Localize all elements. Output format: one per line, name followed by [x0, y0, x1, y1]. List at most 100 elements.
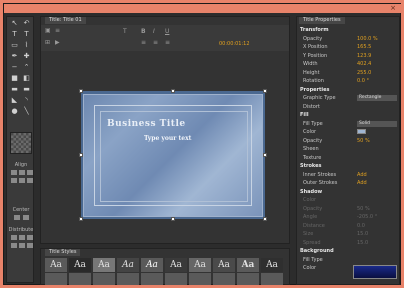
- property-value[interactable]: 100.0 %: [357, 35, 378, 43]
- style-sample-row2[interactable]: [213, 273, 235, 285]
- property-row[interactable]: Properties: [297, 86, 399, 94]
- distribute-4-icon[interactable]: [11, 243, 17, 248]
- property-value[interactable]: Add: [357, 171, 367, 179]
- bold-button[interactable]: B: [141, 28, 146, 35]
- font-label[interactable]: T: [123, 28, 127, 35]
- resize-handle-l[interactable]: [79, 153, 83, 157]
- resize-handle-tr[interactable]: [263, 89, 267, 93]
- align-bottom-icon[interactable]: [27, 178, 33, 183]
- property-value[interactable]: Add: [357, 179, 367, 187]
- style-sample-row2[interactable]: [165, 273, 187, 285]
- italic-button[interactable]: I: [153, 28, 155, 35]
- style-sample-row2[interactable]: [141, 273, 163, 285]
- align-text-left-icon[interactable]: ≡: [141, 39, 146, 46]
- style-sample-row2[interactable]: [189, 273, 211, 285]
- align-center-icon[interactable]: [19, 170, 25, 175]
- property-row[interactable]: Background: [297, 247, 399, 255]
- new-title-icon[interactable]: ▣: [45, 27, 51, 34]
- convert-anchor-icon[interactable]: ⌃: [22, 63, 31, 72]
- style-sample[interactable]: Aa: [165, 258, 187, 272]
- property-row[interactable]: Transform: [297, 26, 399, 34]
- title-canvas[interactable]: Business Title Type your text: [79, 89, 267, 221]
- align-text-right-icon[interactable]: ≡: [165, 39, 170, 46]
- distribute-6-icon[interactable]: [27, 243, 33, 248]
- distribute-2-icon[interactable]: [19, 235, 25, 240]
- business-title-text[interactable]: Business Title: [107, 119, 186, 129]
- rounded-corner-rect-icon[interactable]: ▬: [22, 85, 31, 94]
- style-sample-row2[interactable]: [93, 273, 115, 285]
- pen-tool-icon[interactable]: ✒: [10, 52, 19, 61]
- property-dropdown[interactable]: Solid: [357, 120, 397, 127]
- align-right-icon[interactable]: [27, 170, 33, 175]
- style-sample[interactable]: Aa: [69, 258, 91, 272]
- property-value[interactable]: 50 %: [357, 137, 370, 145]
- distribute-3-icon[interactable]: [27, 235, 33, 240]
- rotate-tool-icon[interactable]: ↶: [22, 19, 31, 28]
- style-sample[interactable]: Aa: [189, 258, 211, 272]
- align-text-center-icon[interactable]: ≡: [153, 39, 158, 46]
- area-type-tool-icon[interactable]: ▭: [10, 41, 19, 50]
- arc-tool-icon[interactable]: ◝: [22, 96, 31, 105]
- rounded-rect-icon[interactable]: ▬: [10, 85, 19, 94]
- color-swatch[interactable]: [357, 129, 366, 134]
- property-value[interactable]: -205.0 °: [357, 213, 377, 221]
- property-value[interactable]: 165.5: [357, 43, 371, 51]
- tab-title-styles[interactable]: Title Styles: [45, 249, 81, 256]
- style-sample[interactable]: Aa: [45, 258, 67, 272]
- property-value[interactable]: 50 %: [357, 205, 370, 213]
- timecode[interactable]: 00:00:01:12: [219, 41, 250, 47]
- property-value[interactable]: 0.0 °: [357, 77, 369, 85]
- templates-icon[interactable]: ⊞: [45, 39, 50, 46]
- style-sample-row2[interactable]: [45, 273, 67, 285]
- type-tool-icon[interactable]: T: [10, 30, 19, 39]
- resize-handle-bl[interactable]: [79, 217, 83, 221]
- delete-anchor-icon[interactable]: −: [10, 63, 19, 72]
- resize-handle-b[interactable]: [171, 217, 175, 221]
- property-row[interactable]: Shadow: [297, 188, 399, 196]
- property-value[interactable]: 15.0: [357, 239, 368, 247]
- resize-handle-t[interactable]: [171, 89, 175, 93]
- background-color-swatch[interactable]: [353, 265, 397, 279]
- style-sample-row2[interactable]: [117, 273, 139, 285]
- vertical-type-tool-icon[interactable]: T: [22, 30, 31, 39]
- style-sample[interactable]: Aa: [117, 258, 139, 272]
- style-sample[interactable]: Aa: [93, 258, 115, 272]
- resize-handle-r[interactable]: [263, 153, 267, 157]
- close-icon[interactable]: ×: [390, 4, 396, 13]
- property-row[interactable]: Strokes: [297, 162, 399, 170]
- style-sample-row2[interactable]: [237, 273, 259, 285]
- center-vertical-icon[interactable]: [23, 215, 29, 220]
- style-sample[interactable]: Aa: [141, 258, 163, 272]
- path-type-tool-icon[interactable]: ⌇: [22, 41, 31, 50]
- property-value[interactable]: 15.0: [357, 230, 368, 238]
- tab-title-properties[interactable]: Title Properties: [299, 17, 345, 24]
- style-sample[interactable]: Aa: [213, 258, 235, 272]
- rectangle-tool-icon[interactable]: ■: [10, 74, 19, 83]
- distribute-1-icon[interactable]: [11, 235, 17, 240]
- add-anchor-icon[interactable]: ✚: [22, 52, 31, 61]
- align-top-icon[interactable]: [11, 178, 17, 183]
- center-horizontal-icon[interactable]: [14, 215, 20, 220]
- line-tool-icon[interactable]: ╲: [22, 107, 31, 116]
- property-value[interactable]: 0.0: [357, 222, 365, 230]
- property-value[interactable]: 123.9: [357, 52, 371, 60]
- ellipse-tool-icon[interactable]: ●: [10, 107, 19, 116]
- property-value[interactable]: 402.4: [357, 60, 371, 68]
- wedge-tool-icon[interactable]: ◣: [10, 96, 19, 105]
- distribute-5-icon[interactable]: [19, 243, 25, 248]
- roll-crawl-icon[interactable]: ≡: [55, 27, 60, 34]
- property-row[interactable]: Fill: [297, 111, 399, 119]
- property-dropdown[interactable]: Rectangle: [357, 95, 397, 101]
- underline-button[interactable]: U: [165, 28, 169, 35]
- resize-handle-br[interactable]: [263, 217, 267, 221]
- property-value[interactable]: 255.0: [357, 69, 371, 77]
- align-middle-icon[interactable]: [19, 178, 25, 183]
- clipped-rect-icon[interactable]: ◧: [22, 74, 31, 83]
- resize-handle-tl[interactable]: [79, 89, 83, 93]
- style-sample[interactable]: Aa: [261, 258, 283, 272]
- selection-tool-icon[interactable]: ↖: [10, 19, 19, 28]
- align-left-icon[interactable]: [11, 170, 17, 175]
- background-video-icon[interactable]: ▶: [55, 39, 60, 46]
- tab-title-01[interactable]: Title: Title 01: [45, 17, 86, 24]
- style-sample-row2[interactable]: [69, 273, 91, 285]
